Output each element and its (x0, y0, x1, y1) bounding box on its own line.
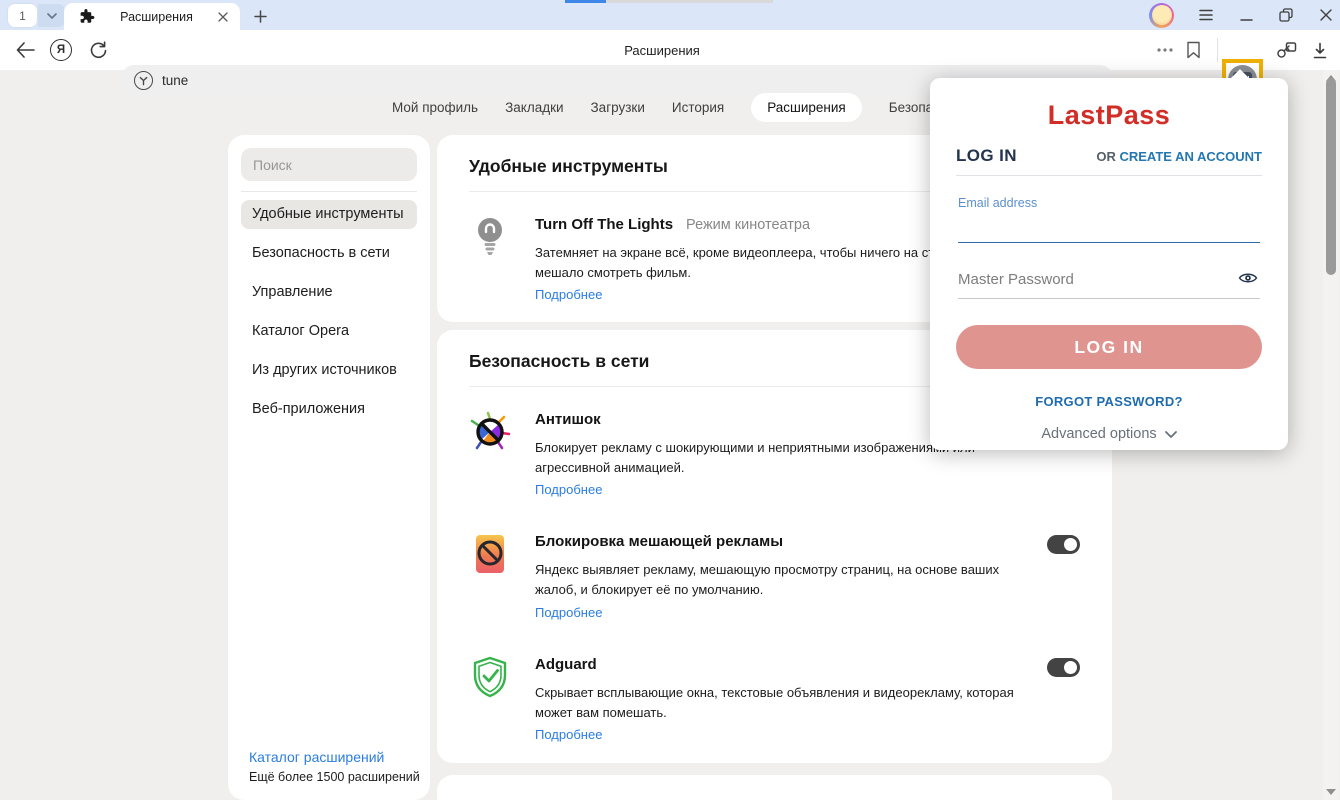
more-details-link[interactable]: Подробнее (535, 287, 602, 302)
page-scrollbar[interactable] (1323, 70, 1339, 800)
tab-list-chevron-button[interactable] (38, 4, 65, 27)
tab-title: Расширения (95, 10, 218, 24)
new-tab-button[interactable] (249, 5, 271, 27)
extensions-sidebar: Удобные инструменты Безопасность в сети … (228, 135, 430, 800)
back-button[interactable] (12, 30, 38, 70)
password-manager-button[interactable] (1272, 30, 1300, 70)
extension-name: Adguard (535, 656, 597, 673)
extensions-catalog-link[interactable]: Каталог расширений (249, 749, 420, 765)
adguard-toggle-on[interactable] (1047, 658, 1080, 677)
minimize-icon (1240, 9, 1253, 22)
extension-name: Антишок (535, 411, 601, 428)
chevron-down-icon (47, 13, 57, 19)
restore-button[interactable] (1278, 7, 1294, 23)
extension-description: Яндекс выявляет рекламу, мешающую просмо… (535, 560, 1023, 600)
tab-bookmarks[interactable]: Закладки (505, 100, 563, 115)
sidebar-item-other-sources[interactable]: Из других источников (241, 356, 417, 385)
ad-block-icon (469, 533, 511, 621)
advanced-options-label: Advanced options (1041, 426, 1156, 442)
menu-button[interactable] (1198, 7, 1214, 23)
browser-tab[interactable]: Расширения (64, 3, 240, 30)
sidebar-search (241, 148, 417, 181)
extension-description: Скрывает всплывающие окна, текстовые объ… (535, 683, 1023, 723)
yandex-logo-button[interactable]: Я (48, 30, 74, 70)
advanced-options-toggle[interactable]: Advanced options (930, 426, 1288, 442)
refresh-icon (89, 41, 108, 60)
master-password-field[interactable] (958, 271, 1228, 288)
lightbulb-icon (469, 216, 511, 304)
url-text: tune (162, 73, 188, 88)
toolbar: Я tune Расширения (0, 30, 1340, 70)
extension-name: Turn Off The Lights (535, 216, 673, 233)
section-management: Управление (437, 775, 1112, 800)
ellipsis-icon (1157, 48, 1173, 52)
ad-blocking-toggle-on[interactable] (1047, 535, 1080, 554)
sidebar-item-network-security[interactable]: Безопасность в сети (241, 239, 417, 268)
toolbar-divider (1217, 38, 1218, 62)
show-password-button[interactable] (1238, 271, 1258, 290)
tab-my-profile[interactable]: Мой профиль (392, 100, 478, 115)
close-button[interactable] (1318, 7, 1334, 23)
bookmark-icon (1186, 41, 1201, 59)
extension-row-adguard: Adguard Скрывает всплывающие окна, текст… (437, 622, 1112, 744)
tab-counter-button[interactable]: 1 (8, 4, 37, 27)
tab-extensions[interactable]: Расширения (751, 93, 862, 122)
browser-window: 1 Расширения (0, 0, 1340, 800)
downloads-button[interactable] (1306, 30, 1334, 70)
search-input[interactable] (241, 157, 417, 173)
refresh-button[interactable] (85, 30, 111, 70)
bookmark-button[interactable] (1180, 30, 1206, 70)
hamburger-icon (1199, 9, 1213, 21)
email-field[interactable] (958, 210, 1260, 243)
close-icon (1320, 9, 1332, 21)
or-text: OR (1096, 149, 1119, 164)
minimize-button[interactable] (1238, 7, 1254, 23)
puzzle-icon (80, 9, 95, 24)
antishock-icon (469, 411, 511, 499)
login-heading: LOG IN (956, 146, 1017, 166)
profile-avatar[interactable] (1149, 3, 1174, 28)
tab-close-button[interactable] (218, 12, 228, 22)
chevron-down-icon (1165, 431, 1177, 438)
lastpass-popup: LastPass LOG IN OR CREATE AN ACCOUNT Ema… (930, 78, 1288, 450)
popup-divider (956, 175, 1262, 176)
avatar-face (1152, 5, 1172, 25)
sidebar-item-convenient-tools[interactable]: Удобные инструменты (241, 200, 417, 229)
email-label: Email address (958, 196, 1260, 210)
key-icon (1276, 41, 1297, 59)
back-arrow-icon (16, 42, 35, 58)
page-title: Расширения (624, 30, 700, 70)
tune-favicon (134, 71, 153, 90)
more-details-link[interactable]: Подробнее (535, 605, 602, 620)
sidebar-item-opera-catalog[interactable]: Каталог Opera (241, 317, 417, 346)
forgot-password-link[interactable]: FORGOT PASSWORD? (930, 394, 1288, 409)
plus-icon (254, 10, 267, 23)
sidebar-item-web-apps[interactable]: Веб-приложения (241, 395, 417, 424)
more-options-button[interactable] (1152, 30, 1178, 70)
eye-icon (1238, 271, 1258, 285)
login-button[interactable]: LOG IN (956, 325, 1262, 369)
tab-downloads[interactable]: Загрузки (591, 100, 645, 115)
tab-history[interactable]: История (672, 100, 724, 115)
sidebar-item-management[interactable]: Управление (241, 278, 417, 307)
tab-progress-bar (565, 0, 773, 3)
sidebar-divider (241, 191, 417, 192)
restore-icon (1279, 8, 1293, 22)
scrollbar-down-arrow[interactable] (1325, 788, 1337, 796)
lastpass-logo: LastPass (930, 100, 1288, 131)
adguard-shield-icon (469, 656, 511, 744)
more-details-link[interactable]: Подробнее (535, 727, 602, 742)
tab-bar: 1 Расширения (0, 0, 1340, 30)
create-account-link[interactable]: CREATE AN ACCOUNT (1119, 149, 1262, 164)
extension-row-ad-blocking: Блокировка мешающей рекламы Яндекс выявл… (437, 499, 1112, 621)
extensions-catalog-note: Ещё более 1500 расширений (249, 770, 420, 784)
more-details-link[interactable]: Подробнее (535, 482, 602, 497)
extension-name: Блокировка мешающей рекламы (535, 533, 783, 550)
yandex-logo-icon: Я (50, 39, 72, 61)
extension-subtitle: Режим кинотеатра (686, 217, 810, 233)
download-icon (1312, 42, 1328, 59)
section-title: Управление (437, 775, 1112, 800)
scrollbar-thumb[interactable] (1326, 78, 1336, 275)
